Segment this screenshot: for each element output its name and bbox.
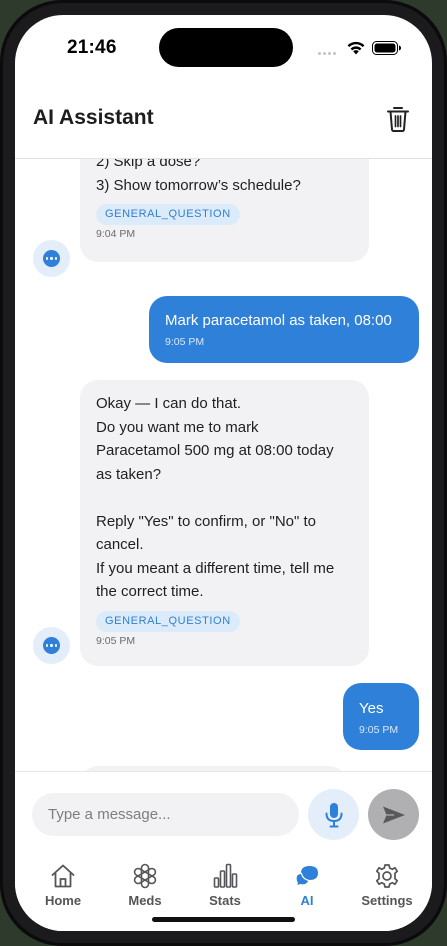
message-line: Okay — I can do that. <box>96 395 242 412</box>
message-line: as taken? <box>96 465 162 483</box>
send-icon <box>382 806 405 823</box>
tab-home[interactable]: Home <box>27 862 99 908</box>
message-timestamp: 9:05 PM <box>359 724 399 736</box>
gear-icon <box>375 864 399 888</box>
message-input[interactable] <box>32 793 299 836</box>
bar-chart-icon <box>213 863 238 888</box>
tab-label: AI <box>300 893 314 908</box>
assistant-avatar <box>33 240 70 277</box>
status-time: 21:46 <box>67 37 117 58</box>
dynamic-island <box>159 28 293 67</box>
message-line <box>96 486 353 510</box>
tab-settings[interactable]: Settings <box>351 862 423 908</box>
intent-badge: GENERAL_QUESTION <box>96 610 240 632</box>
message-line: Reply "Yes" to confirm, or "No" to <box>96 512 316 530</box>
user-message: Yes 9:05 PM <box>343 683 419 750</box>
message-line: the correct time. <box>96 583 204 600</box>
assistant-avatar <box>33 627 70 664</box>
assistant-message: 2) Skip a dose? 3) Show tomorrow’s sched… <box>80 159 369 262</box>
header: AI Assistant <box>15 79 432 159</box>
message-timestamp: 9:05 PM <box>96 634 136 647</box>
cellular-signal-icon <box>318 52 336 55</box>
message-line: 3) Show tomorrow’s schedule? <box>96 176 301 194</box>
tab-label: Home <box>44 893 82 908</box>
microphone-button[interactable] <box>308 789 359 840</box>
chat-bubble-icon <box>295 866 318 888</box>
tab-stats[interactable]: Stats <box>189 862 261 908</box>
tab-ai[interactable]: AI <box>271 862 343 908</box>
home-indicator <box>152 917 295 922</box>
home-icon <box>51 864 75 888</box>
message-timestamp: 9:05 PM <box>165 336 205 348</box>
chat-thread[interactable]: 2) Skip a dose? 3) Show tomorrow’s sched… <box>15 159 432 771</box>
send-button[interactable] <box>368 789 419 840</box>
message-text: Mark paracetamol as taken, 08:00 <box>165 312 392 329</box>
message-line: If you meant a different time, tell me <box>96 559 335 577</box>
message-line: cancel. <box>96 536 144 553</box>
wifi-icon <box>347 41 365 55</box>
microphone-icon <box>325 802 342 827</box>
user-message: Mark paracetamol as taken, 08:00 9:05 PM <box>149 296 419 363</box>
chat-dots-icon <box>43 250 60 267</box>
message-line: Paracetamol 500 mg at 08:00 today <box>96 442 334 459</box>
page-title: AI Assistant <box>33 106 154 129</box>
assistant-message: Okay — I can do that. Do you want me to … <box>80 380 369 666</box>
message-line: 2) Skip a dose? <box>96 159 201 170</box>
phone-frame: 21:46 AI Assistant 2) Skip a dose? 3) Sh… <box>0 0 447 946</box>
screen: 21:46 AI Assistant 2) Skip a dose? 3) Sh… <box>15 15 432 931</box>
battery-icon <box>372 41 401 55</box>
tab-label: Stats <box>209 893 241 908</box>
message-line: Do you want me to mark <box>96 418 259 436</box>
status-bar: 21:46 <box>15 15 432 79</box>
chat-dots-icon <box>43 637 60 654</box>
tab-label: Meds <box>128 893 162 908</box>
intent-badge: GENERAL_QUESTION <box>96 204 240 225</box>
tab-label: Settings <box>361 893 413 908</box>
trash-icon[interactable] <box>385 105 411 133</box>
tab-meds[interactable]: Meds <box>109 862 181 908</box>
pill-icon <box>133 863 157 889</box>
composer <box>15 771 432 851</box>
message-timestamp: 9:04 PM <box>96 228 136 240</box>
message-text: Yes <box>359 700 384 717</box>
